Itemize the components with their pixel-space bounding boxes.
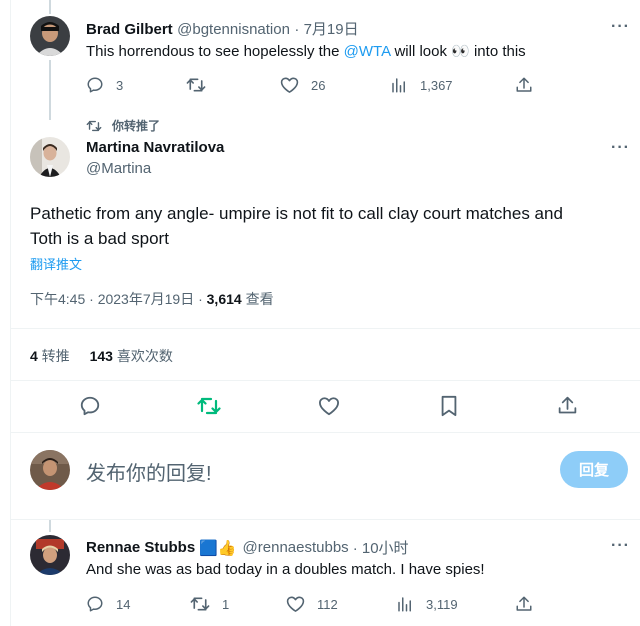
mention-link[interactable]: @WTA bbox=[344, 43, 391, 60]
tweet-header: Rennae Stubbs 🟦👍 @rennaestubbs · 10小时 bbox=[86, 537, 409, 558]
like-button[interactable] bbox=[318, 396, 340, 416]
retweet-icon bbox=[86, 120, 102, 131]
views-icon bbox=[398, 597, 411, 612]
retweet-banner-text: 你转推了 bbox=[112, 119, 161, 133]
tweet-text-part: This horrendous to see hopelessly the bbox=[86, 43, 344, 60]
reply-input[interactable]: 发布你的回复! bbox=[86, 457, 212, 486]
divider bbox=[11, 380, 640, 381]
tweet-text: And she was as bad today in a doubles ma… bbox=[86, 561, 485, 578]
thread-line bbox=[49, 520, 51, 532]
views-count: 3,119 bbox=[426, 596, 458, 612]
retweet-icon bbox=[190, 597, 210, 611]
tweet-text: Pathetic from any angle- umpire is not f… bbox=[30, 201, 563, 251]
more-icon[interactable]: ··· bbox=[611, 538, 630, 554]
author-name[interactable]: Martina Navratilova bbox=[86, 139, 224, 156]
like-button[interactable]: 26 bbox=[280, 76, 325, 94]
more-icon[interactable]: ··· bbox=[611, 19, 630, 35]
tweet-text: This horrendous to see hopelessly the @W… bbox=[86, 42, 526, 60]
tweet-meta: 下午4:45 · 2023年7月19日 · 3,614 查看 bbox=[30, 289, 274, 309]
reply-icon bbox=[87, 77, 103, 93]
like-icon bbox=[280, 77, 299, 93]
retweet-label: 转推 bbox=[37, 348, 70, 364]
share-icon bbox=[516, 77, 532, 92]
retweet-icon bbox=[197, 397, 221, 415]
author-handle[interactable]: @Martina bbox=[86, 160, 151, 177]
retweet-icon bbox=[186, 78, 206, 92]
author-name[interactable]: Brad Gilbert bbox=[86, 21, 173, 38]
reply-button[interactable]: 14 bbox=[86, 595, 130, 613]
share-button[interactable] bbox=[557, 395, 578, 416]
thread-line bbox=[49, 0, 51, 14]
left-border bbox=[10, 0, 11, 626]
like-label: 喜欢次数 bbox=[112, 348, 173, 364]
retweet-button[interactable] bbox=[186, 76, 218, 94]
thread-line bbox=[49, 60, 51, 120]
views-label: 查看 bbox=[241, 291, 274, 307]
tweet-time[interactable]: · 10小时 bbox=[353, 537, 409, 558]
tweet-header: Brad Gilbert @bgtennisnation · 7月19日 bbox=[86, 18, 359, 39]
share-button[interactable] bbox=[515, 76, 533, 94]
views-icon bbox=[392, 78, 405, 93]
avatar[interactable] bbox=[30, 535, 70, 575]
retweet-count: 4 bbox=[30, 348, 38, 364]
like-button[interactable]: 112 bbox=[286, 595, 338, 613]
reply-button[interactable]: 3 bbox=[86, 76, 123, 94]
like-count: 26 bbox=[311, 77, 326, 93]
like-stat[interactable]: 143 喜欢次数 bbox=[90, 348, 173, 364]
divider bbox=[11, 519, 640, 520]
bookmark-icon bbox=[441, 395, 457, 417]
reply-submit-button[interactable]: 回复 bbox=[560, 451, 628, 488]
bookmark-button[interactable] bbox=[439, 395, 459, 417]
like-count: 112 bbox=[317, 596, 338, 612]
divider bbox=[11, 328, 640, 329]
views-count: 1,367 bbox=[420, 77, 453, 93]
like-icon bbox=[318, 397, 339, 416]
avatar[interactable] bbox=[30, 16, 70, 56]
tweet-timestamp[interactable]: 下午4:45 · 2023年7月19日 · bbox=[30, 291, 207, 307]
retweet-button[interactable]: 1 bbox=[190, 595, 229, 613]
views-count: 3,614 bbox=[206, 291, 242, 307]
reply-icon bbox=[80, 396, 100, 416]
avatar[interactable] bbox=[30, 137, 70, 177]
avatar[interactable] bbox=[30, 450, 70, 490]
verified-icon: 🟦👍 bbox=[199, 539, 237, 557]
reply-count: 3 bbox=[116, 77, 124, 93]
more-icon[interactable]: ··· bbox=[611, 140, 630, 156]
retweet-stat[interactable]: 4 转推 bbox=[30, 348, 70, 364]
share-icon bbox=[516, 596, 532, 611]
share-button[interactable] bbox=[515, 595, 533, 613]
reply-count: 14 bbox=[116, 596, 131, 612]
views-button[interactable]: 1,367 bbox=[390, 76, 453, 94]
divider bbox=[11, 432, 640, 433]
retweet-count: 1 bbox=[222, 596, 230, 612]
author-name[interactable]: Rennae Stubbs bbox=[86, 539, 195, 556]
translate-link[interactable]: 翻译推文 bbox=[30, 254, 82, 273]
like-count: 143 bbox=[89, 348, 113, 364]
tweet-text-line: Pathetic from any angle- umpire is not f… bbox=[30, 204, 563, 223]
retweet-button[interactable] bbox=[197, 395, 221, 417]
views-button[interactable]: 3,119 bbox=[396, 595, 458, 613]
tweet-stats: 4 转推 143 喜欢次数 bbox=[30, 346, 173, 366]
tweet-time[interactable]: · 7月19日 bbox=[294, 21, 358, 38]
author-handle[interactable]: @rennaestubbs bbox=[243, 539, 349, 556]
reply-button[interactable] bbox=[79, 395, 101, 417]
tweet-text-part: will look 👀 into this bbox=[390, 43, 526, 60]
share-icon bbox=[558, 396, 577, 414]
like-icon bbox=[286, 596, 305, 612]
tweet-text-line: Toth is a bad sport bbox=[30, 229, 169, 248]
reply-icon bbox=[87, 596, 103, 612]
retweet-banner[interactable]: 你转推了 bbox=[86, 117, 160, 134]
author-handle[interactable]: @bgtennisnation bbox=[177, 21, 290, 38]
